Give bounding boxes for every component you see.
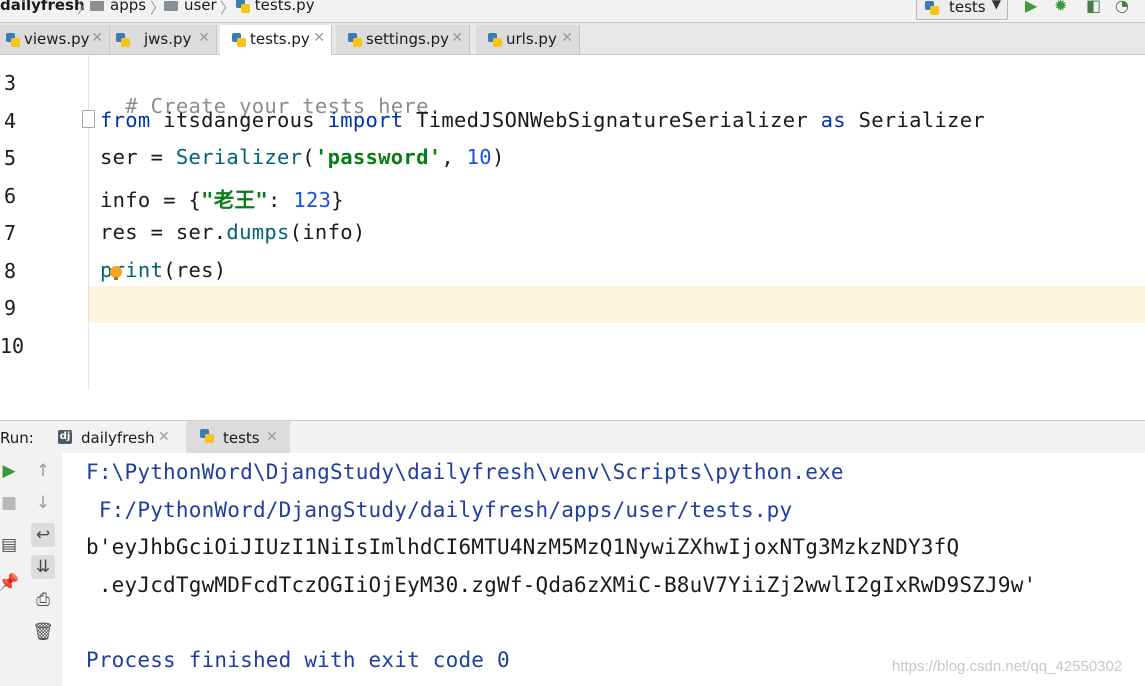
python-icon	[200, 429, 214, 443]
folder-icon	[90, 0, 104, 11]
close-icon[interactable]: ✕	[561, 30, 573, 46]
current-line-highlight	[0, 286, 1145, 323]
console-line: b'eyJhbGciOiJIUzI1NiIsImlhdCI6MTU4NzM5Mz…	[86, 535, 960, 559]
python-file-icon	[6, 33, 20, 47]
code-line-4: from itsdangerous import TimedJSONWebSig…	[100, 108, 985, 132]
python-file-icon	[348, 33, 362, 47]
pin-icon[interactable]: 📌	[0, 571, 21, 595]
scroll-to-end-icon[interactable]: ⇊	[31, 555, 55, 579]
code-line-6: info = {"老王": 123}	[100, 188, 344, 212]
navigation-bar: dailyfresh 〉 apps 〉 user 〉 tests.py test…	[0, 0, 1145, 23]
tab-tests-py[interactable]: tests.py ✕	[220, 25, 332, 55]
print-icon[interactable]: ⎙	[31, 588, 55, 612]
line-number: 7	[4, 221, 17, 245]
tab-views-py[interactable]: views.py ✕	[0, 25, 110, 54]
run-tool-window-header: Run: dj dailyfresh ✕ tests ✕	[0, 420, 1145, 454]
coverage-icon[interactable]: ◧	[1086, 0, 1101, 15]
python-file-icon	[232, 33, 246, 47]
lightbulb-icon[interactable]	[110, 266, 122, 280]
run-tab-dailyfresh[interactable]: dj dailyfresh ✕	[54, 421, 182, 453]
breadcrumb-separator: 〉	[150, 0, 166, 17]
editor-bottom-space	[0, 390, 1145, 420]
debug-icon[interactable]: ✹	[1054, 0, 1067, 15]
python-file-icon	[116, 33, 130, 47]
line-number: 3	[4, 71, 17, 95]
breadcrumb-item-file[interactable]: tests.py	[236, 0, 315, 14]
code-line-5: ser = Serializer('password', 10)	[100, 145, 505, 169]
trash-icon[interactable]: 🗑	[31, 620, 55, 644]
watermark: https://blog.csdn.net/qq_42550302	[892, 658, 1123, 675]
python-icon	[925, 1, 939, 15]
breadcrumb-item-user[interactable]: user	[164, 0, 217, 14]
breadcrumb-item-apps[interactable]: apps	[90, 0, 146, 14]
line-number: 5	[4, 146, 17, 170]
run-label: Run:	[0, 429, 34, 447]
close-icon[interactable]: ✕	[266, 429, 278, 445]
line-number: 9	[4, 296, 17, 320]
line-number: 4	[4, 109, 17, 133]
close-icon[interactable]: ✕	[158, 429, 170, 445]
python-file-icon	[236, 0, 250, 13]
chevron-down-icon: ▼	[991, 0, 1001, 11]
line-number: 8	[4, 259, 17, 283]
console-line: .eyJcdTgwMDFcdTczOGIiOjEyM30.zgWf-Qda6zX…	[86, 573, 1037, 597]
arrow-down-icon[interactable]: ↓	[31, 491, 55, 515]
close-icon[interactable]: ✕	[91, 30, 103, 46]
breadcrumb-separator: 〉	[220, 0, 236, 17]
rerun-icon[interactable]: ▶	[0, 459, 21, 483]
soft-wrap-icon[interactable]: ↩	[31, 523, 55, 547]
run-tab-tests[interactable]: tests ✕	[186, 421, 290, 453]
close-icon[interactable]: ✕	[313, 30, 325, 46]
layout-icon[interactable]: ▤	[0, 533, 21, 557]
console-line: Process finished with exit code 0	[86, 648, 510, 672]
console-line: F:/PythonWord/DjangStudy/dailyfresh/apps…	[86, 498, 793, 522]
tab-settings-py[interactable]: settings.py ✕	[336, 25, 470, 54]
run-icon[interactable]: ▶	[1025, 0, 1037, 15]
line-number: 6	[4, 184, 17, 208]
tab-jws-py[interactable]: jws.py ✕	[110, 25, 217, 54]
line-number: 10	[0, 334, 25, 358]
editor-tab-bar: views.py ✕ jws.py ✕ tests.py ✕ settings.…	[0, 23, 1145, 55]
arrow-up-icon[interactable]: ↑	[31, 459, 55, 483]
python-file-icon	[488, 33, 502, 47]
code-line-7: res = ser.dumps(info)	[100, 220, 366, 244]
close-icon[interactable]: ✕	[198, 30, 210, 46]
django-icon: dj	[58, 430, 72, 444]
folder-icon	[164, 0, 178, 11]
close-icon[interactable]: ✕	[451, 30, 463, 46]
fold-marker-icon[interactable]	[82, 110, 95, 128]
run-toolbar: ▶ ↑ ■ ↓ ▤ ↩ ⇊ 📌 ⎙ 🗑	[0, 453, 63, 686]
stop-icon[interactable]: ■	[0, 491, 21, 515]
run-configuration-select[interactable]: tests ▼	[916, 0, 1008, 20]
tab-urls-py[interactable]: urls.py ✕	[476, 25, 580, 54]
breadcrumb-project[interactable]: dailyfresh	[0, 0, 85, 14]
console-line: F:\PythonWord\DjangStudy\dailyfresh\venv…	[86, 460, 844, 484]
profile-icon[interactable]: ◔	[1115, 0, 1129, 15]
